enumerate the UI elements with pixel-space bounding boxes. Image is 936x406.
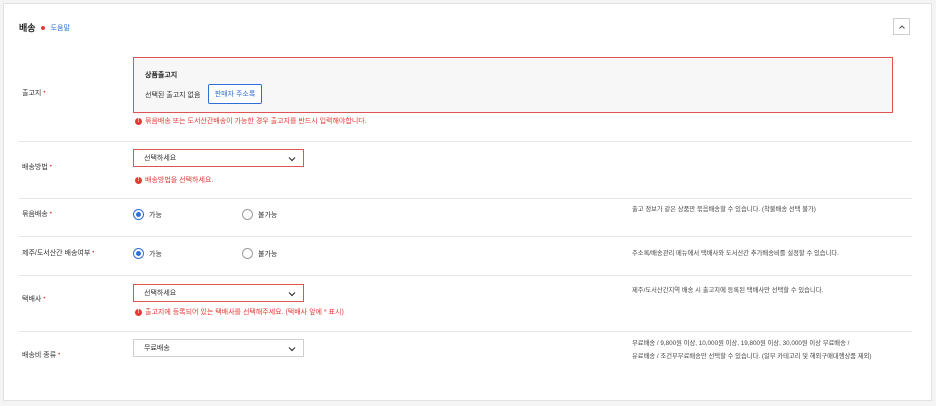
shipping-method-value: 선택하세요 (144, 155, 177, 162)
chevron-down-icon (288, 292, 296, 297)
method-label: 배송방법 • (22, 162, 52, 172)
divider (19, 236, 912, 237)
help-link[interactable]: 도움말 (51, 23, 70, 33)
fee-type-select[interactable]: 무료배송 (133, 339, 304, 357)
divider (19, 198, 912, 199)
required-mark: • (58, 352, 61, 358)
method-label-text: 배송방법 (22, 164, 48, 171)
island-label-text: 제주/도서산간 배송여부 (22, 250, 91, 257)
courier-description: 제주/도서산간지역 배송 시 출고지에 등록된 택배사만 선택할 수 있습니다. (632, 287, 824, 294)
error-icon: ! (135, 117, 142, 125)
divider (19, 141, 912, 142)
bundle-label-text: 묶음배송 (22, 211, 48, 218)
warehouse-label-text: 출고지 (22, 90, 42, 97)
fee-type-description-line2: 유료배송 / 조건부무료배송만 선택할 수 있습니다. (일부 카테고리 및 해… (632, 353, 872, 360)
method-error-text: 배송방법을 선택하세요. (145, 177, 214, 184)
error-icon: ! (135, 308, 142, 316)
radio-checked-icon (133, 248, 144, 259)
required-mark: • (49, 164, 52, 170)
required-mark: • (43, 296, 46, 302)
island-description: 주소록/배송관리 메뉴에서 택배사와 도서산간 추가배송비를 설정할 수 있습니… (632, 250, 839, 257)
island-yes-radio[interactable]: 가능 (133, 248, 162, 259)
courier-label-text: 택배사 (22, 296, 42, 303)
required-dot (40, 25, 45, 30)
bundle-description: 출고 정보가 같은 상품만 묶음배송할 수 있습니다. (착불배송 선택 불가) (632, 206, 816, 213)
method-error: ! 배송방법을 선택하세요. (135, 175, 213, 185)
bundle-label: 묶음배송 • (22, 209, 52, 219)
warehouse-label: 출고지 • (22, 88, 45, 98)
island-no-radio[interactable]: 불가능 (242, 248, 277, 259)
selected-warehouse-text: 선택된 출고지 없음 (145, 92, 201, 99)
chevron-up-icon (898, 24, 905, 29)
island-yes-label: 가능 (149, 250, 162, 258)
fee-type-label-text: 배송비 종류 (22, 352, 57, 359)
courier-value: 선택하세요 (144, 290, 177, 297)
shipping-method-select[interactable]: 선택하세요 (133, 149, 304, 167)
courier-select[interactable]: 선택하세요 (133, 284, 304, 302)
courier-label: 택배사 • (22, 294, 45, 304)
warehouse-box-title: 상품출고지 (145, 72, 178, 79)
section-title: 배송 (19, 23, 36, 33)
radio-unchecked-icon (242, 209, 253, 220)
section-header: 배송 도움말 (19, 21, 70, 34)
chevron-down-icon (288, 347, 296, 352)
warehouse-box: 상품출고지 선택된 출고지 없음 판매자 주소록 (133, 57, 893, 113)
radio-checked-icon (133, 209, 144, 220)
required-mark: • (92, 250, 95, 256)
island-no-label: 불가능 (258, 250, 278, 258)
warehouse-error-text: 묶음배송 또는 도서산간배송이 가능한 경우 출고지를 반드시 입력해야합니다. (145, 118, 367, 125)
required-mark: • (43, 90, 46, 96)
island-label: 제주/도서산간 배송여부 • (22, 248, 94, 258)
fee-type-value: 무료배송 (144, 345, 170, 352)
fee-type-label: 배송비 종류 • (22, 350, 60, 360)
seller-address-book-button[interactable]: 판매자 주소록 (208, 84, 262, 104)
required-mark: • (49, 211, 52, 217)
bundle-no-label: 불가능 (258, 211, 278, 219)
collapse-button[interactable] (893, 18, 910, 35)
warehouse-error: ! 묶음배송 또는 도서산간배송이 가능한 경우 출고지를 반드시 입력해야합니… (135, 116, 367, 126)
bundle-yes-label: 가능 (149, 211, 162, 219)
error-icon: ! (135, 176, 142, 184)
divider (19, 331, 912, 332)
radio-unchecked-icon (242, 248, 253, 259)
divider (19, 275, 912, 276)
fee-type-description-line1: 무료배송 / 9,800원 이상, 10,000원 이상, 19,800원 이상… (632, 340, 850, 347)
bundle-yes-radio[interactable]: 가능 (133, 209, 162, 220)
chevron-down-icon (288, 157, 296, 162)
bundle-no-radio[interactable]: 불가능 (242, 209, 277, 220)
courier-error: ! 출고지에 등록되어 있는 택배사를 선택해주세요. (택배사 앞에 * 표시… (135, 307, 344, 317)
courier-error-text: 출고지에 등록되어 있는 택배사를 선택해주세요. (택배사 앞에 * 표시) (145, 309, 344, 316)
